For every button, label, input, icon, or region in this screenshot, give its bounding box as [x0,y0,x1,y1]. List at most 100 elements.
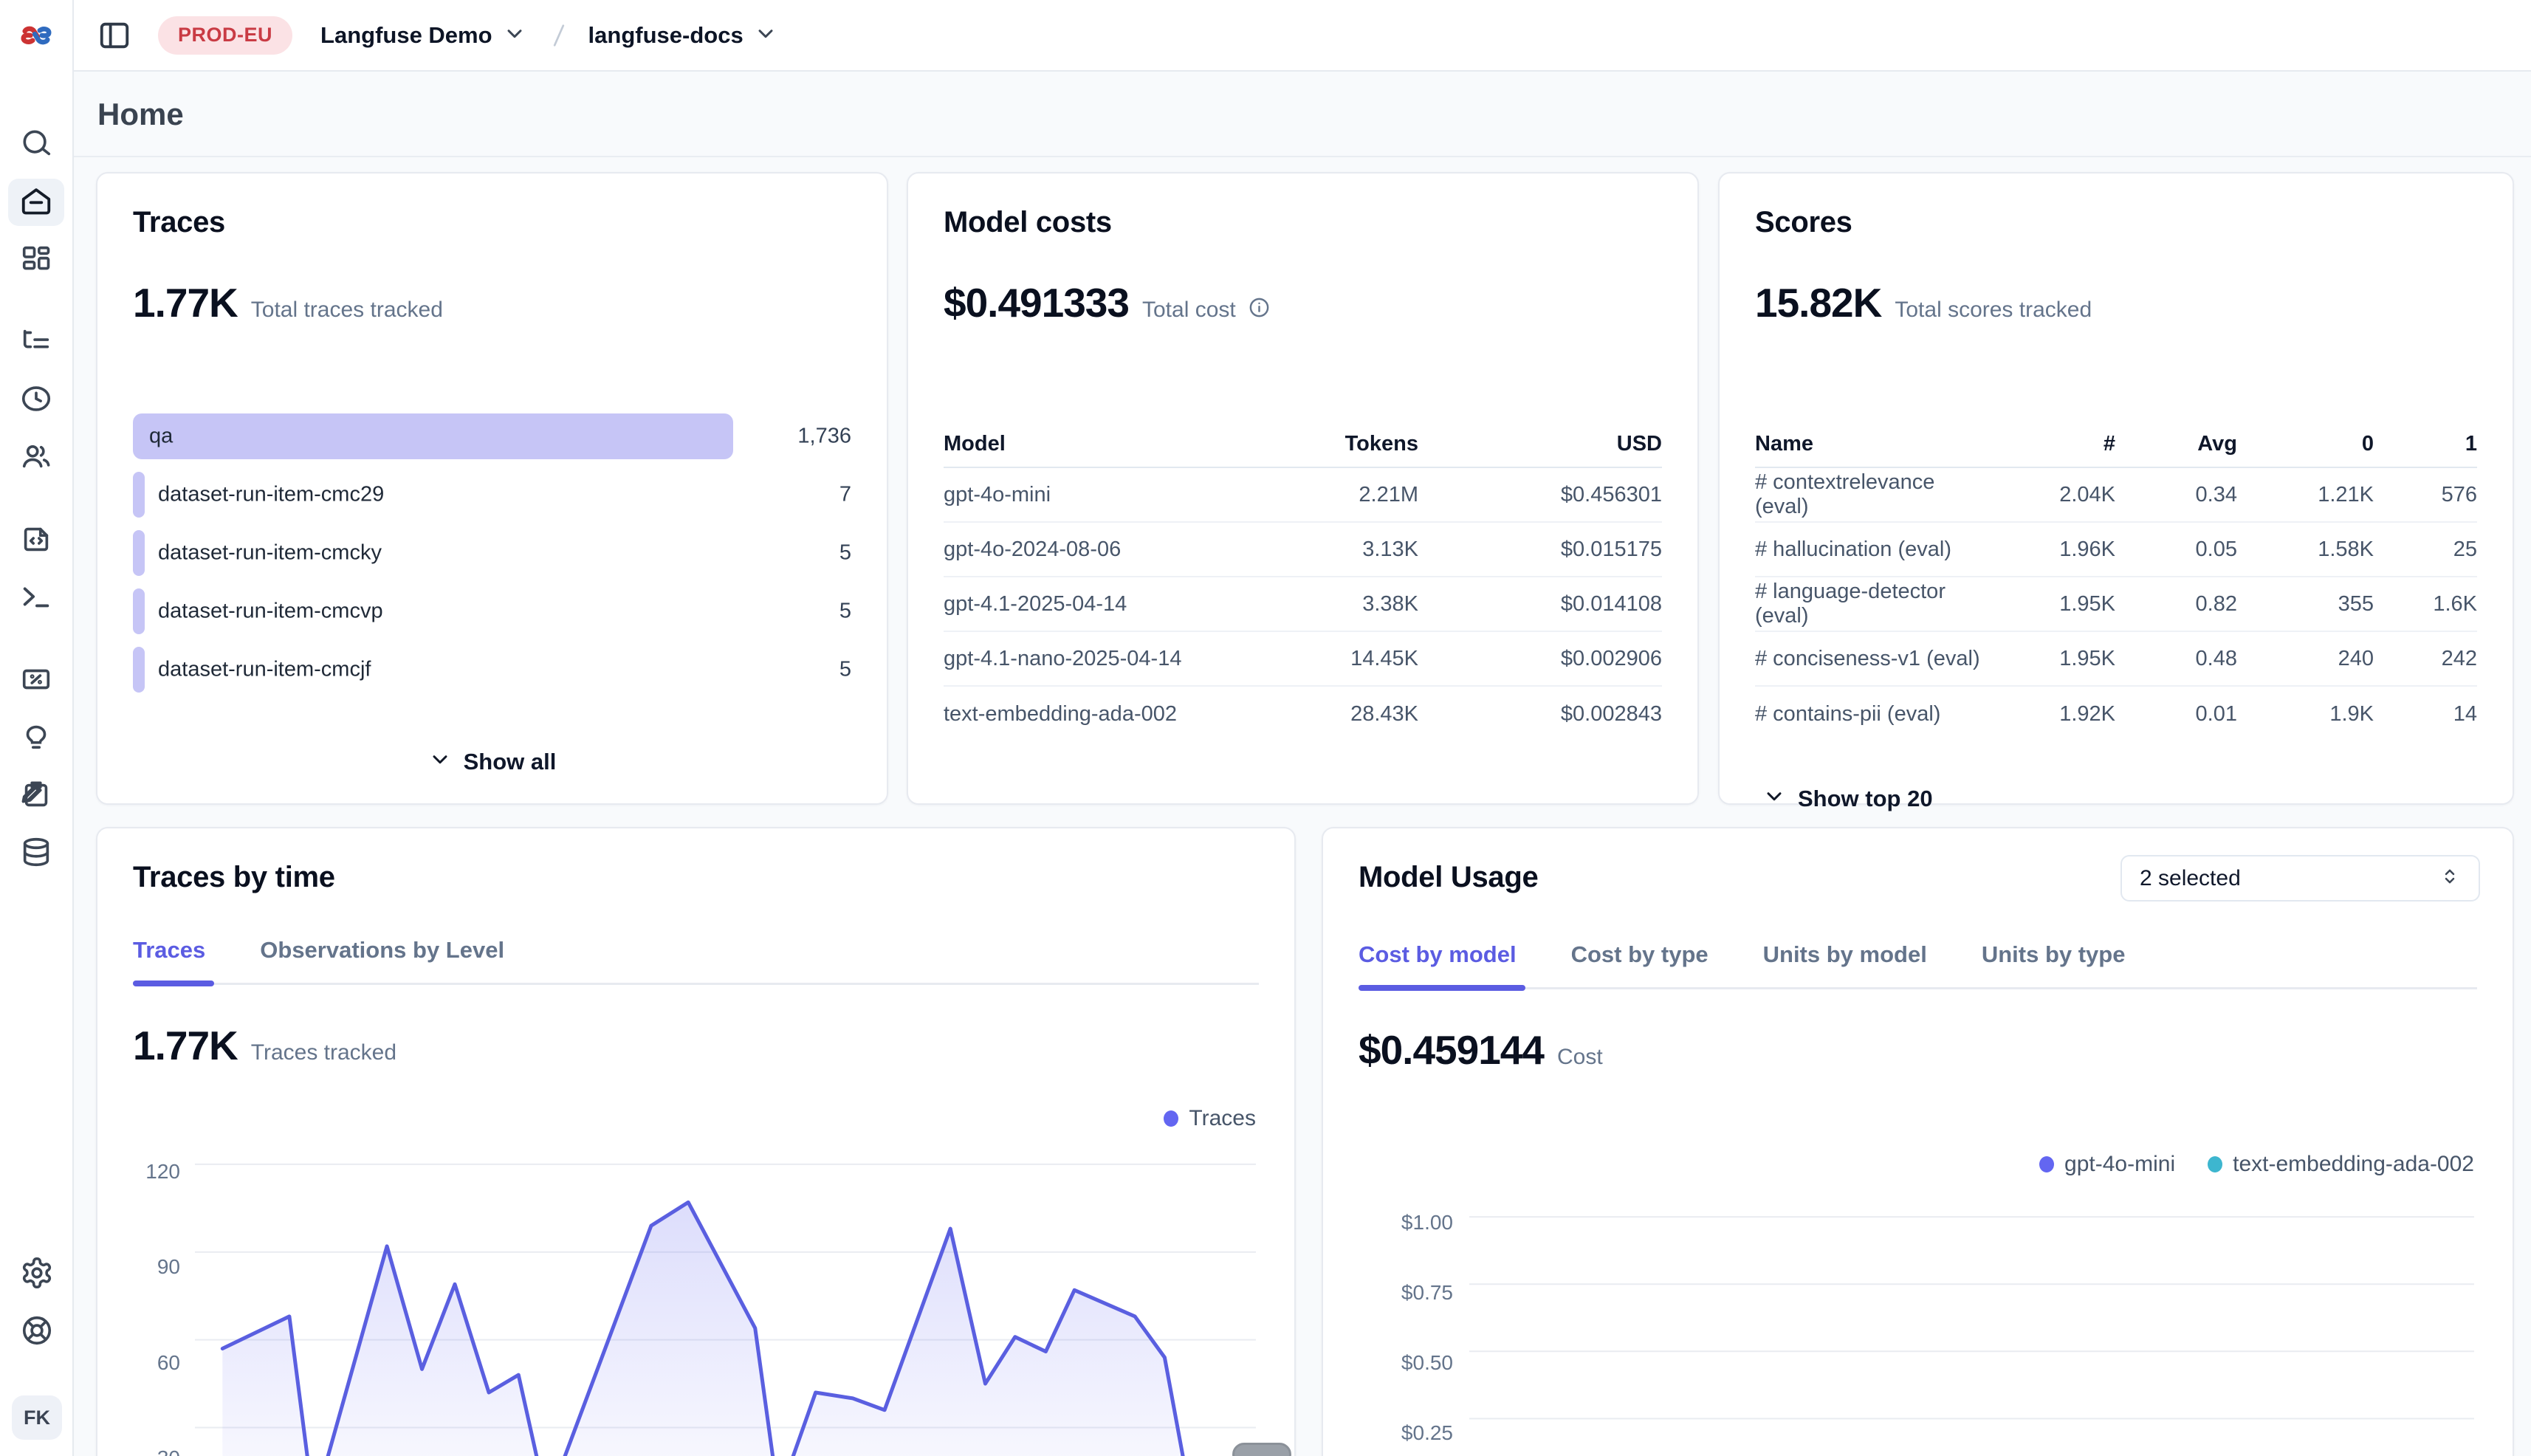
traces-by-time-title: Traces by time [133,861,1259,894]
table-row: gpt-4.1-2025-04-14 3.38K $0.014108 [944,577,1662,632]
project-name: langfuse-docs [588,22,743,49]
info-icon[interactable] [1248,296,1271,319]
column-header-model: Model [944,432,1197,456]
model-costs-table: Model Tokens USD gpt-4o-mini 2.21M $0.45… [944,421,1662,741]
project-switcher[interactable]: langfuse-docs [588,21,777,49]
langfuse-logo-icon[interactable] [18,18,54,53]
cell-one: 14 [2374,702,2477,727]
usage-cost-label: Cost [1557,1045,1603,1070]
cell-name: # language-detector (eval) [1755,580,1986,628]
cell-model: gpt-4o-2024-08-06 [944,538,1197,562]
cell-name: # contextrelevance (eval) [1755,470,1986,519]
trace-bar-label: dataset-run-item-cmcky [158,541,382,566]
scores-table-header: Name # Avg 0 1 [1755,421,2477,468]
lightbulb-icon [19,720,53,758]
sidebar-nav [8,121,64,887]
cell-model: gpt-4.1-nano-2025-04-14 [944,647,1197,671]
traces-chart: Traces 120906030 [133,1079,1259,1456]
organization-name: Langfuse Demo [320,22,492,49]
gear-icon [20,1256,54,1294]
sidebar-item-database[interactable] [8,830,64,877]
organization-switcher[interactable]: Langfuse Demo [320,21,526,49]
traces-total-value: 1.77K [133,279,238,326]
table-row: gpt-4o-mini 2.21M $0.456301 [944,468,1662,523]
legend-item-text-embedding-ada-002[interactable]: text-embedding-ada-002 [2208,1152,2474,1177]
sidebar-item-prompts[interactable] [8,517,64,564]
table-row: text-embedding-ada-002 28.43K $0.002843 [944,687,1662,741]
tab-traces[interactable]: Traces [133,937,205,983]
sidebar-toggle-button[interactable] [97,18,131,52]
trace-bar-value: 1,736 [797,425,851,449]
sidebar-item-evaluations[interactable] [8,657,64,704]
cell-count: 1.92K [1986,702,2115,727]
trace-bar [133,413,733,459]
model-select[interactable]: 2 selected [2120,855,2480,902]
trace-bar-row: dataset-run-item-cmc29 7 [133,472,851,518]
sidebar-item-support[interactable] [9,1308,65,1356]
cell-tokens: 3.38K [1197,592,1418,617]
show-top-20-button[interactable]: Show top 20 [1755,784,2477,814]
trace-bar [133,588,145,634]
legend-label: gpt-4o-mini [2064,1152,2175,1177]
tab-cost-by-model[interactable]: Cost by model [1359,941,1517,987]
app-root: FK PROD-EU Langfuse Demo langfuse-docs [0,0,2531,1456]
trace-bar-label: qa [149,425,173,449]
cell-count: 1.96K [1986,538,2115,562]
breadcrumb-slash-icon [544,16,574,55]
sidebar: FK [0,0,74,1456]
topbar: PROD-EU Langfuse Demo langfuse-docs [74,0,2531,72]
user-avatar[interactable]: FK [12,1395,62,1440]
panel-left-icon [97,18,131,52]
sidebar-item-home[interactable] [8,179,64,226]
tab-cost-by-type[interactable]: Cost by type [1571,941,1708,987]
trace-bar-value: 5 [839,600,851,624]
legend-label: text-embedding-ada-002 [2233,1152,2474,1177]
y-axis-labels: $1.00$0.75$0.50$0.25 [1359,1084,1453,1456]
model-costs-card: Model costs $0.491333 Total cost Model T… [907,172,1699,805]
lifebuoy-icon [20,1314,54,1351]
trace-bar-row: dataset-run-item-cmcjf 5 [133,647,851,693]
trace-bar-label: dataset-run-item-cmcjf [158,658,371,682]
sidebar-item-search[interactable] [8,121,64,168]
file-code-icon [19,522,53,560]
tab-units-by-type[interactable]: Units by type [1982,941,2126,987]
cell-zero: 1.9K [2237,702,2374,727]
table-row: gpt-4.1-nano-2025-04-14 14.45K $0.002906 [944,632,1662,687]
trace-bar-row: dataset-run-item-cmcvp 5 [133,588,851,634]
sidebar-item-sessions[interactable] [8,377,64,424]
cell-count: 1.95K [1986,592,2115,617]
cell-avg: 0.48 [2115,647,2237,671]
tab-units-by-model[interactable]: Units by model [1763,941,1927,987]
sidebar-item-llm-judge[interactable] [8,715,64,762]
show-all-label: Show all [464,749,557,775]
tab-observations-by-level[interactable]: Observations by Level [260,937,504,983]
cell-model: text-embedding-ada-002 [944,702,1197,727]
legend-item-traces[interactable]: Traces [1164,1106,1256,1131]
sidebar-item-playground[interactable] [8,574,64,622]
sidebar-item-tracing[interactable] [8,319,64,366]
cell-avg: 0.05 [2115,538,2237,562]
legend-dot-icon [1164,1110,1178,1127]
column-header-zero: 0 [2237,432,2374,456]
sidebar-item-datasets[interactable] [8,772,64,820]
sidebar-item-users[interactable] [8,434,64,481]
sidebar-item-dashboards[interactable] [8,236,64,284]
total-cost-label: Total cost [1142,298,1236,323]
cell-usd: $0.002906 [1418,647,1662,671]
cell-avg: 0.34 [2115,483,2237,507]
cell-one: 1.6K [2374,592,2477,617]
sidebar-item-settings[interactable] [9,1251,65,1298]
trace-bar-value: 5 [839,541,851,566]
horizontal-scrollbar-thumb[interactable] [1232,1443,1291,1456]
scores-total-value: 15.82K [1755,279,1881,326]
cell-count: 1.95K [1986,647,2115,671]
sidebar-bottom: FK [0,1251,74,1440]
cell-usd: $0.456301 [1418,483,1662,507]
show-all-button[interactable]: Show all [133,747,851,777]
legend-item-gpt-4o-mini[interactable]: gpt-4o-mini [2039,1152,2175,1177]
traces-bar-list: qa 1,736 dataset-run-item-cmc29 7 datase… [133,413,851,693]
scores-total-label: Total scores tracked [1895,298,2092,323]
table-row: # contextrelevance (eval) 2.04K 0.34 1.2… [1755,468,2477,523]
cell-model: gpt-4o-mini [944,483,1197,507]
cell-model: gpt-4.1-2025-04-14 [944,592,1197,617]
